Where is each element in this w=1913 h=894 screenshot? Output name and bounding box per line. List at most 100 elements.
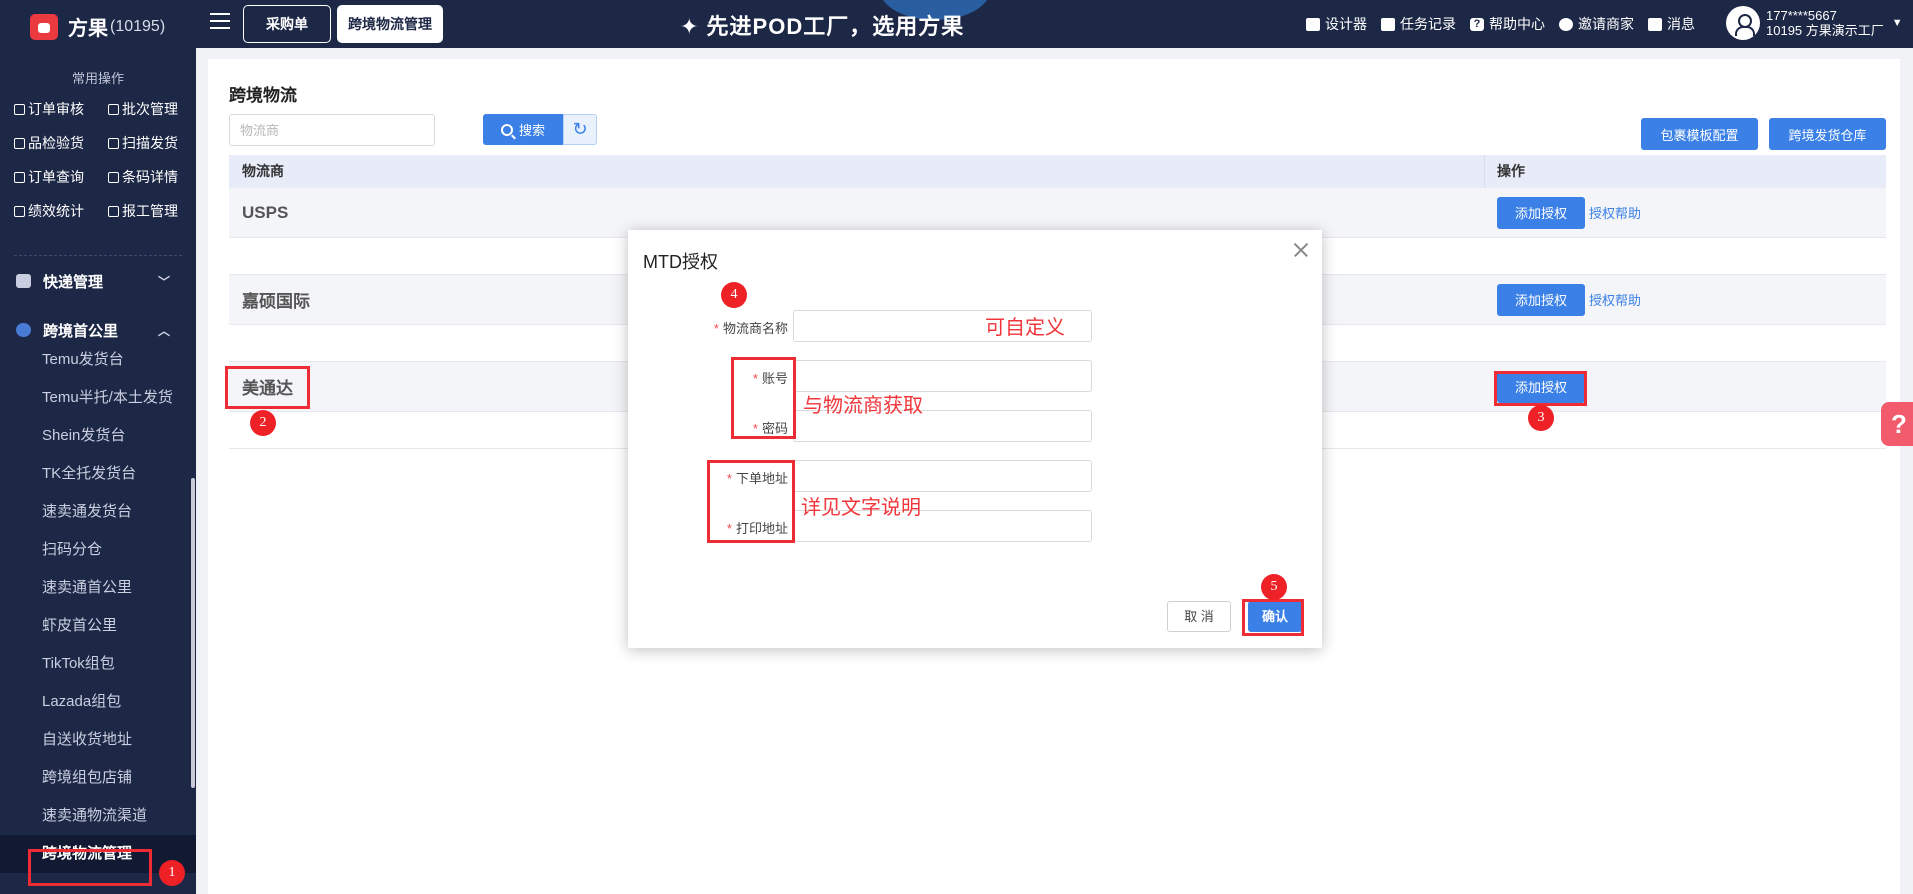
image-icon [1306,17,1320,31]
sidebar-item-shein[interactable]: Shein发货台 [0,417,196,455]
tab-purchase-order[interactable]: 采购单 [243,5,331,43]
page-title: 跨境物流 [229,86,297,105]
sidebar: 常用操作 订单审核 批次管理 品检验货 扫描发货 订单查询 条码详情 绩效统计 … [0,48,196,894]
sidebar-item-self-delivery[interactable]: 自送收货地址 [0,721,196,759]
auth-help-link[interactable]: 授权帮助 [1589,203,1641,222]
col-action: 操作 [1497,163,1525,179]
package-template-button[interactable]: 包裹模板配置 [1641,118,1758,150]
sidebar-item-tk-full[interactable]: TK全托发货台 [0,455,196,493]
highlight-menu-item [28,849,152,886]
sidebar-item-tiktok-pack[interactable]: TikTok组包 [0,645,196,683]
quick-ops-grid: 订单审核 批次管理 品检验货 扫描发货 订单查询 条码详情 绩效统计 报工管理 [14,100,189,220]
auth-help-link[interactable]: 授权帮助 [1589,290,1641,309]
field-row-carrier-name: * 物流商名称 [628,310,1322,342]
list-icon [1381,17,1395,31]
task-record-link[interactable]: 任务记录 [1381,14,1456,34]
checkbox-icon [14,103,25,115]
sidebar-item-aliexpress[interactable]: 速卖通发货台 [0,493,196,531]
search-button-label: 搜索 [518,123,545,138]
sidebar-sublist: Temu发货台 Temu半托/本土发货 Shein发货台 TK全托发货台 速卖通… [0,341,196,873]
field-label: * 物流商名称 [713,321,788,336]
refresh-button[interactable]: ↻ [563,114,597,145]
menu-toggle-icon[interactable] [210,13,230,31]
scan-icon [108,137,119,149]
invite-merchant-link[interactable]: 邀请商家 [1559,14,1634,34]
sidebar-item-scan-sort[interactable]: 扫码分仓 [0,531,196,569]
add-auth-button[interactable]: 添加授权 [1497,283,1585,316]
carrier-search-input[interactable] [229,114,435,146]
refresh-icon: ↻ [572,119,588,139]
sidebar-item-temu-semi[interactable]: Temu半托/本土发货 [0,379,196,417]
col-carrier: 物流商 [229,155,1485,188]
quick-batch-manage[interactable]: 批次管理 [108,100,189,118]
sidebar-divider [14,255,182,256]
sidebar-item-lazada-pack[interactable]: Lazada组包 [0,683,196,721]
quick-quality-check[interactable]: 品检验货 [14,134,108,152]
quick-label: 品检验货 [28,135,84,151]
floating-help-button[interactable]: ? [1881,402,1913,446]
close-icon[interactable] [1288,238,1312,262]
note-custom: 可自定义 [985,317,1065,339]
group-label: 跨境首公里 [43,322,119,340]
user-info: 177****5667 10195 方果演示工厂 [1766,8,1884,38]
sidebar-scrollbar[interactable] [191,478,195,788]
task-record-label: 任务记录 [1400,16,1456,32]
sidebar-item-temu[interactable]: Temu发货台 [0,341,196,379]
tab-cross-border-logistics[interactable]: 跨境物流管理 [337,5,443,43]
slogan-banner: ✦ 先进POD工厂，选用方果 [680,14,965,39]
quick-work-report[interactable]: 报工管理 [108,202,189,220]
help-center-label: 帮助中心 [1489,16,1545,32]
cancel-button[interactable]: 取 消 [1167,601,1231,632]
document-icon [108,103,119,115]
sidebar-item-shopee-first-mile[interactable]: 虾皮首公里 [0,607,196,645]
designer-label: 设计器 [1325,16,1367,32]
quick-label: 条码详情 [122,169,178,185]
sidebar-group-express[interactable]: 快递管理 ﹀ [0,261,196,301]
brand-code: (10195) [110,17,166,35]
quick-barcode-detail[interactable]: 条码详情 [108,168,189,186]
highlight-carrier-name [225,366,310,409]
highlight-add-auth [1494,371,1587,406]
warehouse-button[interactable]: 跨境发货仓库 [1769,118,1886,150]
step-badge-2: 2 [250,410,276,436]
quick-label: 订单审核 [28,101,84,117]
step-badge-5: 5 [1261,574,1287,600]
messages-link[interactable]: 消息 [1648,14,1695,34]
sidebar-item-aliexpress-channel[interactable]: 速卖通物流渠道 [0,797,196,835]
account-input[interactable] [793,360,1092,392]
add-auth-button[interactable]: 添加授权 [1497,196,1585,229]
designer-link[interactable]: 设计器 [1306,14,1367,34]
quick-performance[interactable]: 绩效统计 [14,202,108,220]
message-icon [1648,17,1662,31]
quick-order-query[interactable]: 订单查询 [14,168,108,186]
row-actions: 添加授权 授权帮助 [1485,283,1641,316]
group-label: 快递管理 [43,273,104,291]
globe-icon [16,323,31,337]
quick-label: 扫描发货 [122,135,178,151]
calendar-icon [16,274,31,288]
barcode-icon [108,171,119,183]
quick-label: 批次管理 [122,101,178,117]
search-doc-icon [14,171,25,183]
document-icon [14,137,25,149]
sidebar-item-pack-store[interactable]: 跨境组包店铺 [0,759,196,797]
question-icon: ? [1891,409,1907,439]
user-name: 10195 方果演示工厂 [1766,23,1884,38]
chevron-down-icon: ﹀ [157,275,170,289]
order-url-input[interactable] [793,460,1092,492]
quick-order-review[interactable]: 订单审核 [14,100,108,118]
row-actions: 添加授权 授权帮助 [1485,196,1641,229]
user-menu[interactable]: 177****5667 10195 方果演示工厂 ▼ [1726,6,1903,40]
note-see-docs: 详见文字说明 [801,497,921,519]
quick-scan-ship[interactable]: 扫描发货 [108,134,189,152]
quick-label: 绩效统计 [28,203,84,219]
sidebar-item-aliexpress-first-mile[interactable]: 速卖通首公里 [0,569,196,607]
highlight-urls [707,460,795,543]
highlight-account-password [731,357,796,439]
help-center-link[interactable]: ? 帮助中心 [1470,14,1545,34]
step-badge-1: 1 [159,860,185,886]
brand-logo[interactable]: 方果 (10195) [30,12,165,41]
messages-label: 消息 [1667,16,1695,32]
table-header: 物流商 操作 [229,155,1886,188]
search-button[interactable]: 搜索 [483,114,563,145]
